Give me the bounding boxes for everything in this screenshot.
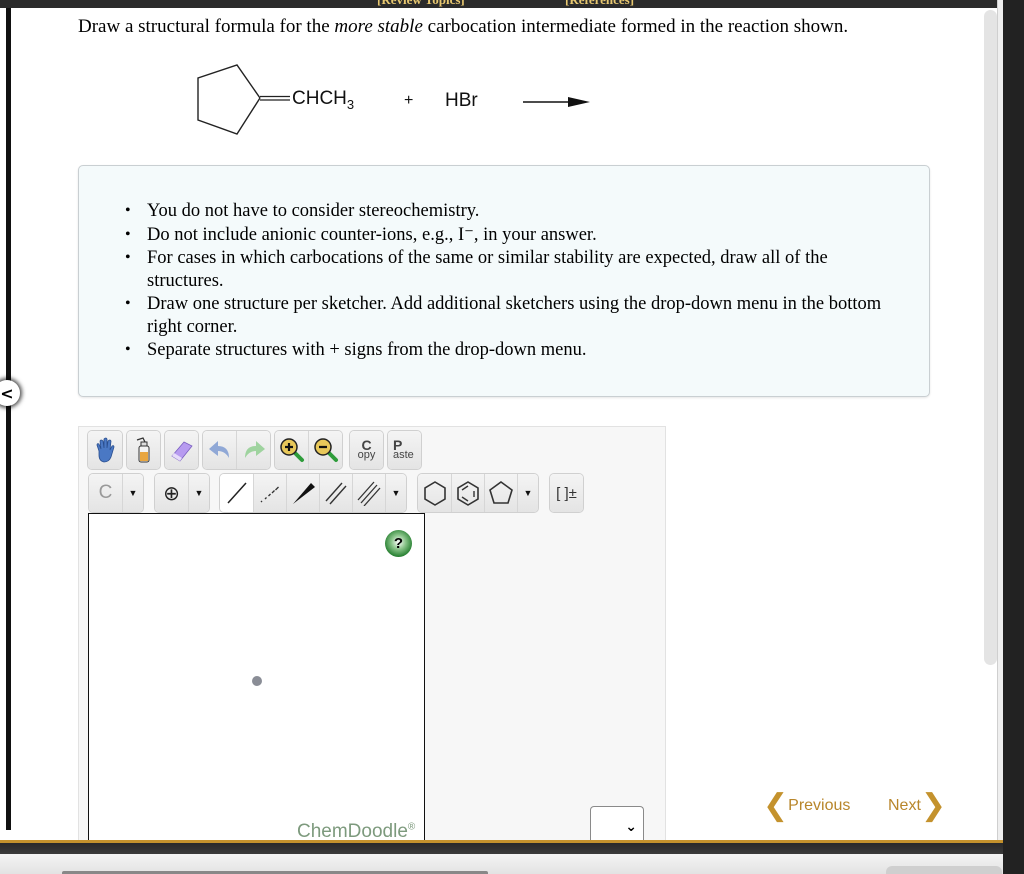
brand-text: ChemDoodle — [297, 821, 408, 842]
cyclopentane-icon — [489, 481, 513, 504]
brand-mark: ® — [407, 821, 416, 833]
question-mark-icon: ? — [393, 535, 404, 552]
hand-icon — [96, 437, 115, 463]
double-bond-button[interactable] — [320, 474, 353, 512]
plus-sign: + — [404, 92, 414, 109]
next-button[interactable]: Next ❯ — [888, 788, 946, 823]
footer-bar — [0, 843, 1003, 854]
eraser-icon — [170, 441, 193, 462]
chemdoodle-sketcher: Copy Paste C ▼ ⊕ ▼ ▼ ▼ [ ]± ? ChemDoodle… — [78, 426, 666, 846]
reaction-arrow-head — [568, 97, 590, 107]
question-text-prefix: Draw a structural formula for the — [78, 16, 335, 37]
wedge-bond-button[interactable] — [287, 474, 320, 512]
charge-tool-button[interactable]: ⊕ — [155, 474, 189, 512]
eraser-tool-button[interactable] — [165, 431, 198, 469]
previous-button[interactable]: ❮ Previous — [763, 788, 850, 823]
copy-label-small: opy — [357, 449, 376, 461]
toolbar-row-1: Copy Paste — [87, 430, 422, 470]
reaction-scheme: CHCH3 + HBr — [190, 60, 610, 140]
canvas-center-marker — [252, 676, 262, 686]
references-link[interactable]: [References] — [565, 0, 634, 8]
triple-bond-icon — [357, 481, 381, 506]
right-edge — [1003, 0, 1024, 874]
wash-bottle-icon — [136, 437, 149, 463]
paste-label-small: aste — [393, 449, 414, 461]
substituent-text: CHCH — [292, 88, 347, 109]
atom-tool-button[interactable]: C — [89, 474, 123, 512]
substituent-label: CHCH3 — [292, 88, 354, 112]
undo-icon — [208, 441, 229, 458]
reagent-label: HBr — [445, 90, 478, 111]
bracket-charge-button[interactable]: [ ]± — [550, 474, 583, 512]
scrollbar[interactable] — [984, 10, 997, 665]
zoom-in-button[interactable] — [275, 431, 309, 469]
cyclopentane-ring — [197, 64, 261, 135]
single-bond-button[interactable] — [220, 474, 254, 512]
collapse-panel-button[interactable]: < — [0, 380, 20, 406]
paste-button[interactable]: Paste — [388, 431, 421, 469]
chevron-down-icon: ⌄ — [625, 819, 637, 835]
help-button[interactable]: ? — [385, 530, 412, 557]
hand-tool-button[interactable] — [88, 431, 122, 469]
top-bar: [Review Topics] [References] — [0, 0, 1000, 8]
ring-dropdown-button[interactable]: ▼ — [518, 474, 538, 512]
benzene-icon — [457, 481, 479, 506]
footer-button-edge[interactable] — [886, 866, 1002, 874]
copy-button[interactable]: Copy — [350, 431, 383, 469]
next-label: Next — [888, 796, 921, 814]
cyclopentane-button[interactable] — [485, 474, 518, 512]
zoom-in-icon — [279, 438, 304, 462]
undo-button[interactable] — [203, 431, 237, 469]
toolbar-row-2: C ▼ ⊕ ▼ ▼ ▼ [ ]± — [88, 473, 584, 513]
zoom-out-icon — [313, 438, 338, 462]
cyclohexane-icon — [423, 481, 446, 506]
left-panel-edge — [6, 8, 11, 830]
atom-dropdown-button[interactable]: ▼ — [123, 474, 143, 512]
redo-icon — [244, 441, 265, 458]
question-emphasis: more stable — [334, 16, 423, 37]
hashed-bond-button[interactable] — [254, 474, 287, 512]
chevron-left-icon: < — [0, 383, 14, 403]
charge-dropdown-button[interactable]: ▼ — [189, 474, 209, 512]
question-prompt: Draw a structural formula for the more s… — [78, 16, 848, 38]
instructions-list: You do not have to consider stereochemis… — [125, 200, 907, 363]
cyclohexane-button[interactable] — [418, 474, 452, 512]
instruction-item: Draw one structure per sketcher. Add add… — [125, 293, 907, 338]
double-bond-icon — [325, 482, 347, 505]
bond-dropdown-button[interactable]: ▼ — [386, 474, 406, 512]
chevron-left-icon: ❮ — [763, 788, 789, 823]
add-sketcher-select[interactable]: ⌄ — [590, 806, 644, 840]
reactant-structure — [197, 64, 590, 135]
single-bond-icon — [226, 482, 247, 504]
redo-button[interactable] — [237, 431, 270, 469]
benzene-button[interactable] — [452, 474, 485, 512]
wedge-bond-icon — [293, 483, 315, 504]
instruction-item: Do not include anionic counter-ions, e.g… — [125, 224, 907, 247]
instructions-box: You do not have to consider stereochemis… — [78, 165, 930, 397]
instruction-item: You do not have to consider stereochemis… — [125, 200, 907, 223]
drawing-canvas[interactable]: ? ChemDoodle® — [88, 513, 425, 843]
instruction-item: For cases in which carbocations of the s… — [125, 247, 907, 292]
question-text-suffix: carbocation intermediate formed in the r… — [422, 16, 849, 37]
triple-bond-button[interactable] — [353, 474, 386, 512]
review-topics-link[interactable]: [Review Topics] — [377, 0, 465, 8]
previous-label: Previous — [788, 796, 851, 814]
hashed-bond-icon — [260, 486, 279, 503]
chevron-right-icon: ❯ — [920, 788, 947, 823]
substituent-subscript: 3 — [346, 96, 355, 112]
zoom-out-button[interactable] — [309, 431, 342, 469]
clear-tool-button[interactable] — [127, 431, 160, 469]
instruction-item: Separate structures with + signs from th… — [125, 339, 907, 362]
